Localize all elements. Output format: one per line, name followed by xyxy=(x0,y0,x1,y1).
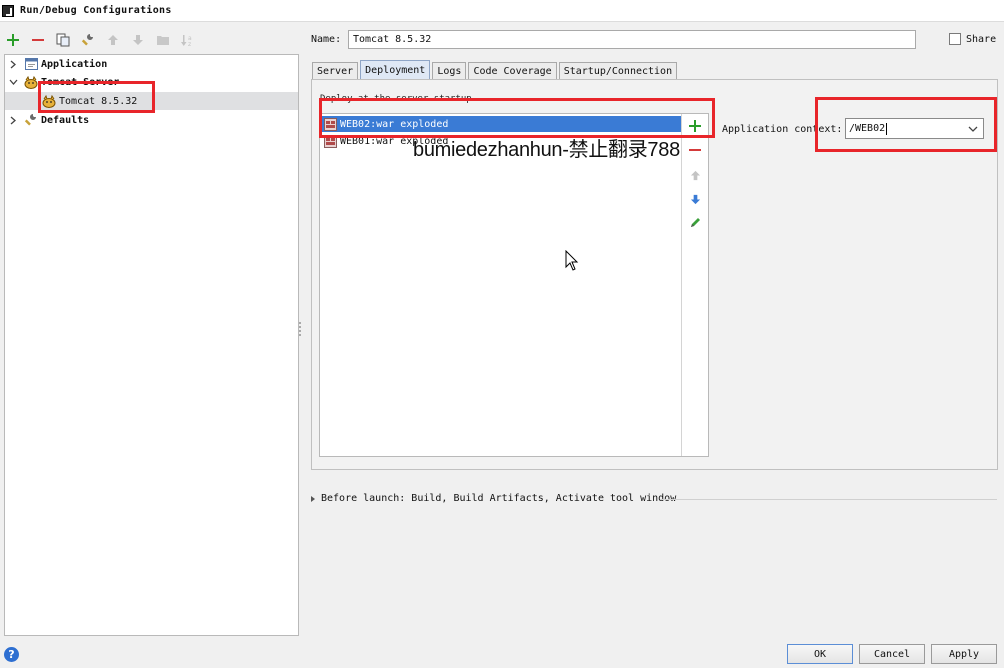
arrow-down-icon[interactable] xyxy=(129,31,147,49)
wrench-icon[interactable] xyxy=(79,31,97,49)
tree-item-label: Application xyxy=(41,58,108,70)
name-label: Name: xyxy=(311,34,342,45)
share-option[interactable]: Share xyxy=(949,33,996,45)
remove-artifact-icon[interactable] xyxy=(687,142,703,158)
tree-item-label: Defaults xyxy=(41,114,90,126)
before-launch-section[interactable]: Before launch: Build, Build Artifacts, A… xyxy=(311,493,676,504)
window-title: Run/Debug Configurations xyxy=(20,5,172,16)
cancel-button[interactable]: Cancel xyxy=(859,644,925,664)
tab-startup-connection[interactable]: Startup/Connection xyxy=(558,62,678,79)
before-launch-label: Before launch: Build, Build Artifacts, A… xyxy=(321,493,677,504)
tomcat-icon xyxy=(24,75,38,89)
arrow-up-icon[interactable] xyxy=(687,167,703,183)
tab-server[interactable]: Server xyxy=(312,62,359,79)
tree-item-defaults[interactable]: Defaults xyxy=(5,111,89,129)
artifact-list-toolbar xyxy=(681,114,708,456)
configurations-tree[interactable]: Application Tomcat Server Tomcat 8.5.32 … xyxy=(4,54,299,636)
tree-item-application[interactable]: Application xyxy=(5,55,107,73)
expand-triangle-icon[interactable] xyxy=(311,495,315,502)
tab-code-coverage[interactable]: Code Coverage xyxy=(468,62,557,79)
panel-splitter[interactable] xyxy=(298,322,303,338)
ok-button[interactable]: OK xyxy=(787,644,853,664)
tab-deployment[interactable]: Deployment xyxy=(360,60,431,79)
tab-logs[interactable]: Logs xyxy=(432,62,467,79)
share-label: Share xyxy=(966,33,997,45)
arrow-up-icon[interactable] xyxy=(104,31,122,49)
copy-icon[interactable] xyxy=(54,31,72,49)
help-icon[interactable]: ? xyxy=(4,647,19,662)
chevron-right-icon[interactable] xyxy=(8,59,18,69)
name-input[interactable]: Tomcat 8.5.32 xyxy=(348,30,916,49)
mouse-cursor-icon xyxy=(565,249,579,272)
artifact-list[interactable]: WEB02:war exploded WEB01:war exploded xyxy=(319,113,709,457)
wrench-icon xyxy=(24,113,38,127)
title-bar: Run/Debug Configurations xyxy=(0,0,1004,22)
add-icon[interactable] xyxy=(4,31,22,49)
pencil-icon[interactable] xyxy=(687,215,703,231)
chevron-right-icon[interactable] xyxy=(8,115,18,125)
before-launch-divider xyxy=(660,499,997,500)
folder-icon[interactable] xyxy=(154,31,172,49)
apply-button[interactable]: Apply xyxy=(931,644,997,664)
remove-icon[interactable] xyxy=(29,31,47,49)
sort-alpha-icon[interactable]: az xyxy=(179,31,197,49)
svg-text:z: z xyxy=(188,41,191,47)
arrow-down-icon[interactable] xyxy=(687,191,703,207)
chevron-down-icon[interactable] xyxy=(8,77,18,87)
configurations-toolbar: az xyxy=(4,28,197,52)
share-checkbox[interactable] xyxy=(949,33,961,45)
application-icon xyxy=(24,57,38,71)
config-tabs: Server Deployment Logs Code Coverage Sta… xyxy=(312,60,679,79)
annotation-box-tree xyxy=(38,81,155,113)
intellij-app-icon xyxy=(2,4,14,17)
annotation-box-context xyxy=(815,97,997,152)
annotation-box-artifact xyxy=(319,98,715,138)
